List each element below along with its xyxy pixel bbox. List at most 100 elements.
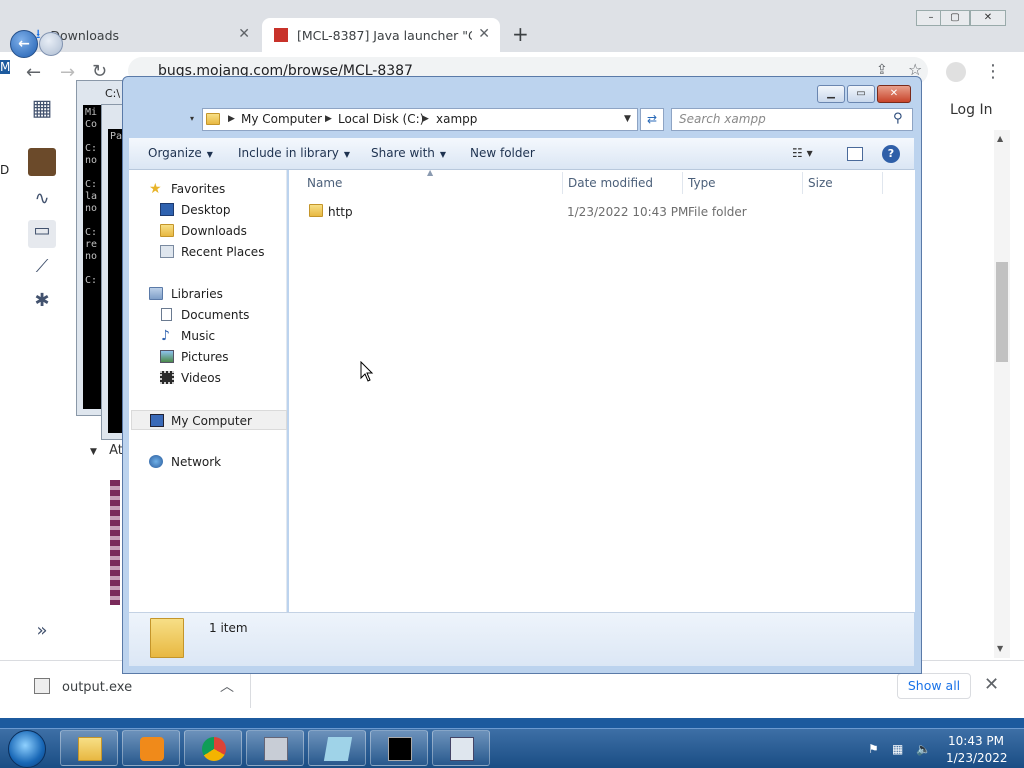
breadcrumb-xampp[interactable]: xampp (436, 112, 477, 126)
login-link[interactable]: Log In (950, 102, 992, 118)
search-icon[interactable]: ⚲ (893, 111, 903, 126)
include-in-library-button[interactable]: Include in library ▼ (238, 146, 350, 160)
app-icon (264, 737, 288, 761)
start-button[interactable] (8, 730, 46, 768)
file-row[interactable]: http 1/23/2022 10:43 PM File folder (300, 200, 900, 222)
refresh-button[interactable]: ⇄ (640, 108, 664, 131)
scroll-down-icon[interactable]: ▼ (997, 644, 1003, 653)
nav-pictures[interactable]: Pictures (129, 347, 287, 367)
profile-avatar[interactable] (946, 62, 966, 82)
column-type[interactable]: Type (688, 176, 716, 190)
exe-file-icon (34, 678, 50, 694)
download-item[interactable]: output.exe (62, 680, 132, 695)
clock-date[interactable]: 1/23/2022 (946, 751, 1008, 765)
nav-desktop[interactable]: Desktop (129, 200, 287, 220)
search-input[interactable]: Search xampp (671, 108, 913, 131)
nav-libraries[interactable]: Libraries (129, 284, 287, 304)
nav-videos[interactable]: Videos (129, 368, 287, 388)
menu-dots-icon[interactable]: ⋮ (984, 61, 1002, 82)
cmd-title: C:\ (105, 87, 121, 100)
column-size[interactable]: Size (808, 176, 833, 190)
taskbar-window[interactable] (432, 730, 490, 766)
activity-icon[interactable]: ∿ (28, 188, 56, 216)
expand-icon[interactable]: » (28, 620, 56, 648)
clock-time[interactable]: 10:43 PM (948, 734, 1004, 748)
column-name[interactable]: Name (307, 176, 342, 190)
project-avatar[interactable] (28, 148, 56, 176)
column-divider (562, 172, 563, 194)
close-tab-icon[interactable]: ✕ (478, 26, 490, 42)
reports-icon[interactable]: ⟋ (28, 256, 56, 284)
nav-favorites[interactable]: ★ Favorites (129, 179, 287, 199)
address-dropdown-icon[interactable]: ▼ (624, 114, 631, 124)
forward-arrow-icon[interactable]: → (60, 62, 75, 83)
file-name: http (328, 205, 353, 219)
column-divider (882, 172, 883, 194)
nav-music[interactable]: ♪ Music (129, 326, 287, 346)
nav-recent-places[interactable]: Recent Places (129, 242, 287, 262)
nav-label: Music (181, 329, 216, 343)
recent-pages-icon[interactable]: ▾ (190, 114, 194, 123)
network-tray-icon[interactable]: ▦ (892, 742, 903, 756)
maximize-button[interactable]: ▢ (940, 10, 970, 26)
column-date-modified[interactable]: Date modified (568, 176, 653, 190)
show-all-button[interactable]: Show all (897, 673, 971, 699)
taskbar-notepad[interactable] (308, 730, 366, 766)
breadcrumb-local-disk[interactable]: Local Disk (C:) (338, 112, 424, 126)
folder-icon (206, 113, 220, 125)
close-tab-icon[interactable]: ✕ (238, 26, 250, 42)
network-icon (149, 455, 163, 468)
taskbar-media-player[interactable] (122, 730, 180, 766)
left-edge-label: D (0, 163, 10, 177)
nav-network[interactable]: Network (129, 452, 287, 472)
help-icon[interactable]: ? (882, 145, 900, 163)
close-window-button[interactable]: ✕ (970, 10, 1006, 26)
nav-downloads[interactable]: Downloads (129, 221, 287, 241)
action-center-icon[interactable]: ⚑ (868, 742, 879, 756)
board-icon[interactable]: ▭ (28, 220, 56, 248)
back-button[interactable]: ← (10, 30, 38, 58)
new-tab-button[interactable]: + (512, 22, 529, 46)
scroll-up-icon[interactable]: ▲ (997, 134, 1003, 143)
downloads-folder-icon (160, 224, 174, 237)
videos-icon (160, 371, 174, 384)
chevron-up-icon[interactable]: ︿ (220, 676, 234, 696)
back-arrow-icon[interactable]: ← (26, 62, 41, 83)
app-grid-icon[interactable]: ▦ (28, 96, 56, 124)
breadcrumb-separator: ▶ (325, 114, 332, 124)
page-scroll-thumb[interactable] (996, 262, 1008, 362)
nav-label: Favorites (171, 182, 226, 196)
close-icon[interactable]: ✕ (984, 674, 999, 695)
breadcrumb-my-computer[interactable]: My Computer (241, 112, 322, 126)
column-divider (682, 172, 683, 194)
reload-icon[interactable]: ↻ (92, 61, 107, 82)
column-divider (802, 172, 803, 194)
maximize-button[interactable]: ▭ (847, 85, 875, 103)
nav-label: My Computer (171, 414, 252, 428)
minimize-button[interactable]: ▁ (817, 85, 845, 103)
view-options-icon[interactable]: ☷ ▾ (792, 146, 813, 160)
share-label: Share with (371, 146, 435, 160)
taskbar-explorer[interactable] (60, 730, 118, 766)
taskbar-app[interactable] (246, 730, 304, 766)
tab-jira-issue[interactable]: [MCL-8387] Java launcher "Could ✕ (262, 18, 500, 52)
page-scrollbar[interactable] (994, 130, 1010, 658)
folder-icon (78, 737, 102, 761)
preview-pane-icon[interactable] (847, 147, 863, 161)
music-icon: ♪ (161, 328, 170, 344)
attachment-thumbnail[interactable] (110, 480, 120, 605)
taskbar-cmd[interactable] (370, 730, 428, 766)
section-toggle[interactable]: ▼ At (90, 443, 123, 458)
nav-my-computer[interactable]: My Computer (131, 410, 287, 430)
organize-button[interactable]: Organize ▼ (148, 146, 213, 160)
dropdown-arrow-icon: ▼ (439, 150, 447, 159)
sort-arrow-icon: ▲ (427, 168, 434, 177)
volume-icon[interactable]: 🔈 (916, 742, 931, 756)
taskbar-chrome[interactable] (184, 730, 242, 766)
share-with-button[interactable]: Share with ▼ (371, 146, 446, 160)
new-folder-button[interactable]: New folder (470, 146, 535, 160)
close-button[interactable]: ✕ (877, 85, 911, 103)
forward-button[interactable] (39, 32, 63, 56)
addons-icon[interactable]: ✱ (28, 290, 56, 318)
nav-documents[interactable]: Documents (129, 305, 287, 325)
